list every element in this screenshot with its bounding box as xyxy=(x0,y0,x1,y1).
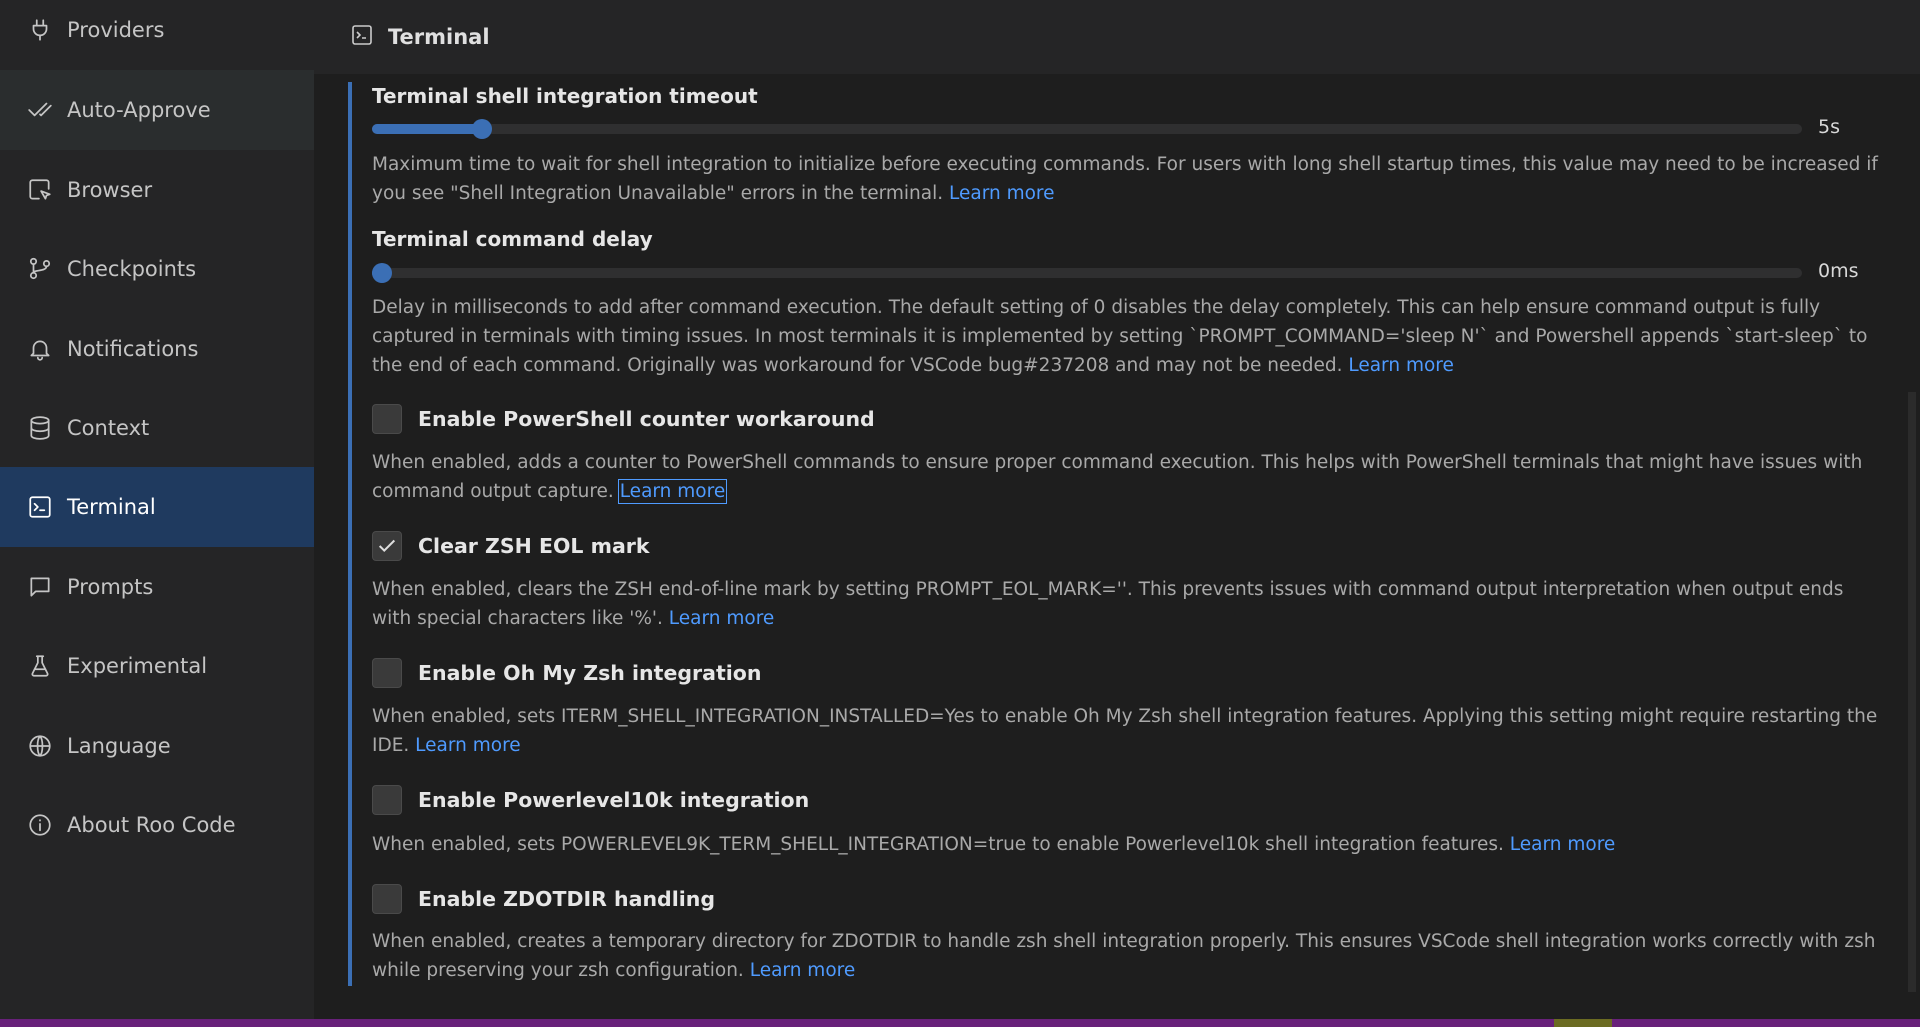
sidebar-item-notifications[interactable]: Notifications xyxy=(0,309,314,389)
sidebar-item-language[interactable]: Language xyxy=(0,706,314,786)
terminal-icon xyxy=(27,494,53,520)
sidebar-item-label: Browser xyxy=(67,178,153,202)
sidebar-item-label: Context xyxy=(67,416,150,440)
zsh-eol-checkbox[interactable] xyxy=(372,531,402,561)
command-delay-title: Terminal command delay xyxy=(372,227,653,251)
section-indicator xyxy=(348,82,352,986)
powershell-counter-description: When enabled, adds a counter to PowerShe… xyxy=(372,452,1863,504)
sidebar-item-label: Providers xyxy=(67,18,165,42)
sidebar-item-context[interactable]: Context xyxy=(0,388,314,468)
git-branch-icon xyxy=(27,256,53,282)
sidebar-item-prompts[interactable]: Prompts xyxy=(0,547,314,627)
content-scrollbar[interactable] xyxy=(1908,392,1916,992)
sidebar-item-terminal[interactable]: Terminal xyxy=(0,467,314,547)
plug-icon xyxy=(27,17,53,43)
slider-thumb[interactable] xyxy=(472,119,492,139)
check-icon xyxy=(378,539,396,553)
zsh-eol-label[interactable]: Clear ZSH EOL mark xyxy=(418,534,650,558)
learn-more-link[interactable]: Learn more xyxy=(1348,355,1454,376)
learn-more-link[interactable]: Learn more xyxy=(415,735,521,756)
slider-thumb[interactable] xyxy=(372,263,392,283)
globe-icon xyxy=(27,733,53,759)
oh-my-zsh-checkbox[interactable] xyxy=(372,658,402,688)
flask-icon xyxy=(27,653,53,679)
check-double-icon xyxy=(27,97,53,123)
powerlevel10k-description: When enabled, sets POWERLEVEL9K_TERM_SHE… xyxy=(372,834,1616,855)
info-icon xyxy=(27,812,53,838)
powerlevel10k-label[interactable]: Enable Powerlevel10k integration xyxy=(418,788,809,812)
settings-sidebar: Providers Auto-Approve Browser Checkpoin… xyxy=(0,0,314,1019)
zdotdir-checkbox[interactable] xyxy=(372,884,402,914)
bell-icon xyxy=(27,336,53,362)
sidebar-item-label: Language xyxy=(67,734,171,758)
oh-my-zsh-description: When enabled, sets ITERM_SHELL_INTEGRATI… xyxy=(372,706,1878,756)
sidebar-item-label: About Roo Code xyxy=(67,813,236,837)
sidebar-item-checkpoints[interactable]: Checkpoints xyxy=(0,229,314,309)
shell-timeout-title: Terminal shell integration timeout xyxy=(372,84,758,108)
shell-timeout-slider[interactable] xyxy=(372,119,1802,139)
sidebar-item-label: Notifications xyxy=(67,337,199,361)
sidebar-item-label: Terminal xyxy=(67,495,156,519)
powershell-counter-label[interactable]: Enable PowerShell counter workaround xyxy=(418,407,875,431)
oh-my-zsh-label[interactable]: Enable Oh My Zsh integration xyxy=(418,661,761,685)
shell-timeout-description: Maximum time to wait for shell integrati… xyxy=(372,154,1878,204)
sidebar-item-providers[interactable]: Providers xyxy=(0,0,314,70)
powerlevel10k-checkbox[interactable] xyxy=(372,785,402,815)
sidebar-item-about[interactable]: About Roo Code xyxy=(0,785,314,865)
command-delay-slider[interactable] xyxy=(372,263,1802,283)
sidebar-item-browser[interactable]: Browser xyxy=(0,150,314,230)
settings-app: Providers Auto-Approve Browser Checkpoin… xyxy=(0,0,1920,1027)
zdotdir-description: When enabled, creates a temporary direct… xyxy=(372,931,1876,981)
sidebar-item-label: Checkpoints xyxy=(67,257,197,281)
learn-more-link[interactable]: Learn more xyxy=(617,479,728,504)
learn-more-link[interactable]: Learn more xyxy=(750,960,856,981)
terminal-icon xyxy=(350,23,374,51)
command-delay-value: 0ms xyxy=(1818,260,1859,282)
settings-main: Terminal Terminal shell integration time… xyxy=(314,0,1920,1019)
page-title: Terminal xyxy=(388,25,490,49)
shell-timeout-value: 5s xyxy=(1818,116,1840,138)
sidebar-item-label: Experimental xyxy=(67,654,208,678)
zsh-eol-description: When enabled, clears the ZSH end-of-line… xyxy=(372,579,1844,629)
sidebar-item-experimental[interactable]: Experimental xyxy=(0,626,314,706)
learn-more-link[interactable]: Learn more xyxy=(949,183,1055,204)
slider-fill xyxy=(372,124,482,134)
learn-more-link[interactable]: Learn more xyxy=(669,608,775,629)
sidebar-item-label: Prompts xyxy=(67,575,154,599)
sidebar-item-auto-approve[interactable]: Auto-Approve xyxy=(0,70,314,150)
section-header: Terminal xyxy=(314,0,1920,74)
powershell-counter-checkbox[interactable] xyxy=(372,404,402,434)
chat-bubble-icon xyxy=(27,574,53,600)
browser-pointer-icon xyxy=(27,177,53,203)
learn-more-link[interactable]: Learn more xyxy=(1510,834,1616,855)
sidebar-item-label: Auto-Approve xyxy=(67,98,211,122)
command-delay-description: Delay in milliseconds to add after comma… xyxy=(372,297,1868,376)
status-bar xyxy=(0,1019,1920,1027)
zdotdir-label[interactable]: Enable ZDOTDIR handling xyxy=(418,887,715,911)
status-bar-item[interactable] xyxy=(1554,1019,1612,1027)
database-icon xyxy=(27,415,53,441)
